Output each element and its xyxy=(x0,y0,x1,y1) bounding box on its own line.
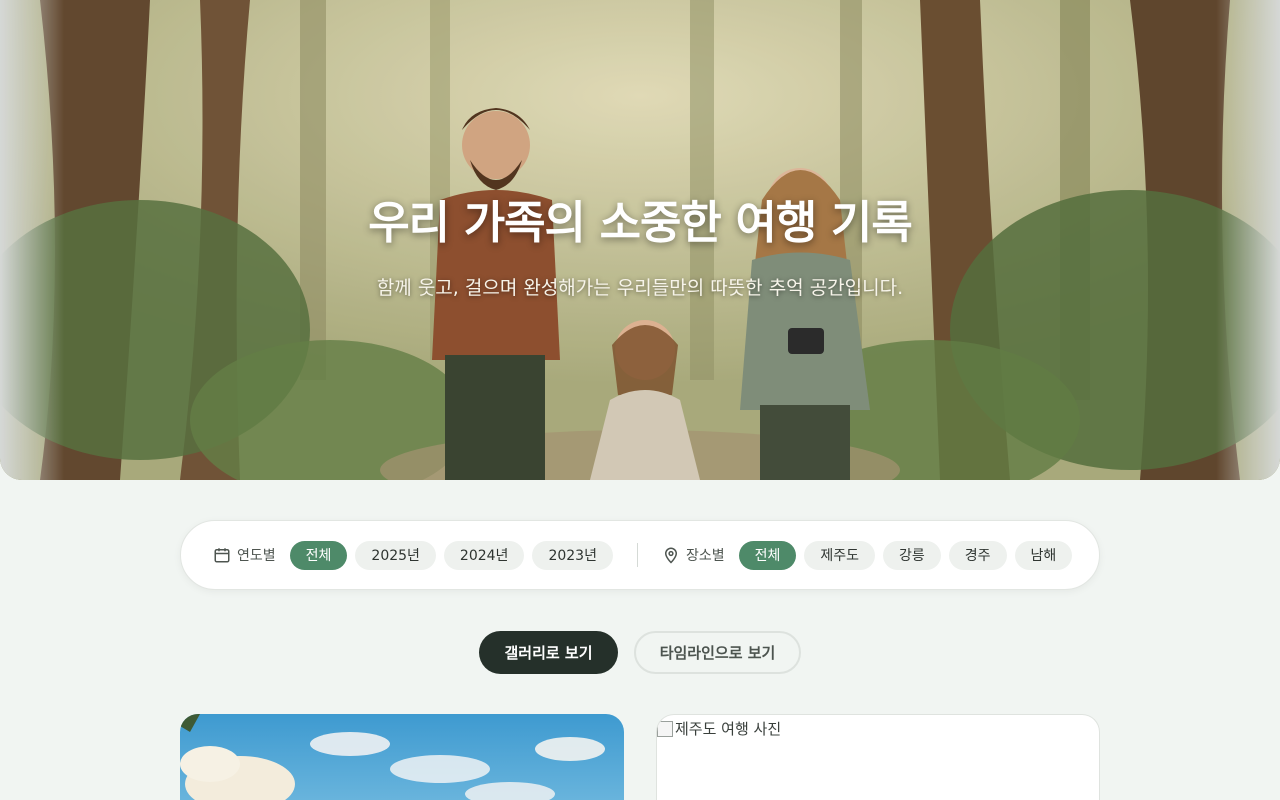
year-chip-all[interactable]: 전체 xyxy=(289,540,348,570)
photo-card[interactable]: 제주도 여행 사진 xyxy=(656,714,1100,800)
year-filter-label: 연도별 xyxy=(213,545,276,565)
place-chip-gyeongju[interactable]: 경주 xyxy=(948,540,1007,570)
hero-banner: 우리 가족의 소중한 여행 기록 함께 웃고, 걸으며 완성해가는 우리들만의 … xyxy=(0,0,1280,480)
hero-subtitle: 함께 웃고, 걸으며 완성해가는 우리들만의 따뜻한 추억 공간입니다. xyxy=(376,277,904,299)
gallery-view-button[interactable]: 갤러리로 보기 xyxy=(479,631,618,674)
calendar-icon xyxy=(214,548,230,563)
hero-title: 우리 가족의 소중한 여행 기록 xyxy=(368,196,912,249)
year-chip-2024[interactable]: 2024년 xyxy=(443,540,525,570)
place-filter-label: 장소별 xyxy=(662,545,725,565)
year-chip-2025[interactable]: 2025년 xyxy=(355,540,436,570)
filter-bar: 연도별 전체 2025년 2024년 2023년 장소별 전체 제주도 강릉 경… xyxy=(180,520,1100,590)
year-filter-text: 연도별 xyxy=(237,548,276,564)
broken-image: 제주도 여행 사진 xyxy=(657,718,781,739)
place-chip-all[interactable]: 전체 xyxy=(738,540,797,570)
place-chip-namhae[interactable]: 남해 xyxy=(1014,540,1073,570)
map-pin-icon xyxy=(664,547,677,564)
image-alt-text: 제주도 여행 사진 xyxy=(675,720,782,738)
timeline-view-button[interactable]: 타임라인으로 보기 xyxy=(634,631,801,674)
broken-image-icon xyxy=(657,720,673,737)
sky-clouds-image xyxy=(180,714,624,800)
place-filter-text: 장소별 xyxy=(685,548,725,564)
filter-divider xyxy=(636,543,638,567)
year-chip-2023[interactable]: 2023년 xyxy=(532,540,613,570)
place-chip-gangneung[interactable]: 강릉 xyxy=(883,540,941,570)
photo-card[interactable] xyxy=(180,714,624,800)
place-chip-jeju[interactable]: 제주도 xyxy=(804,540,875,570)
